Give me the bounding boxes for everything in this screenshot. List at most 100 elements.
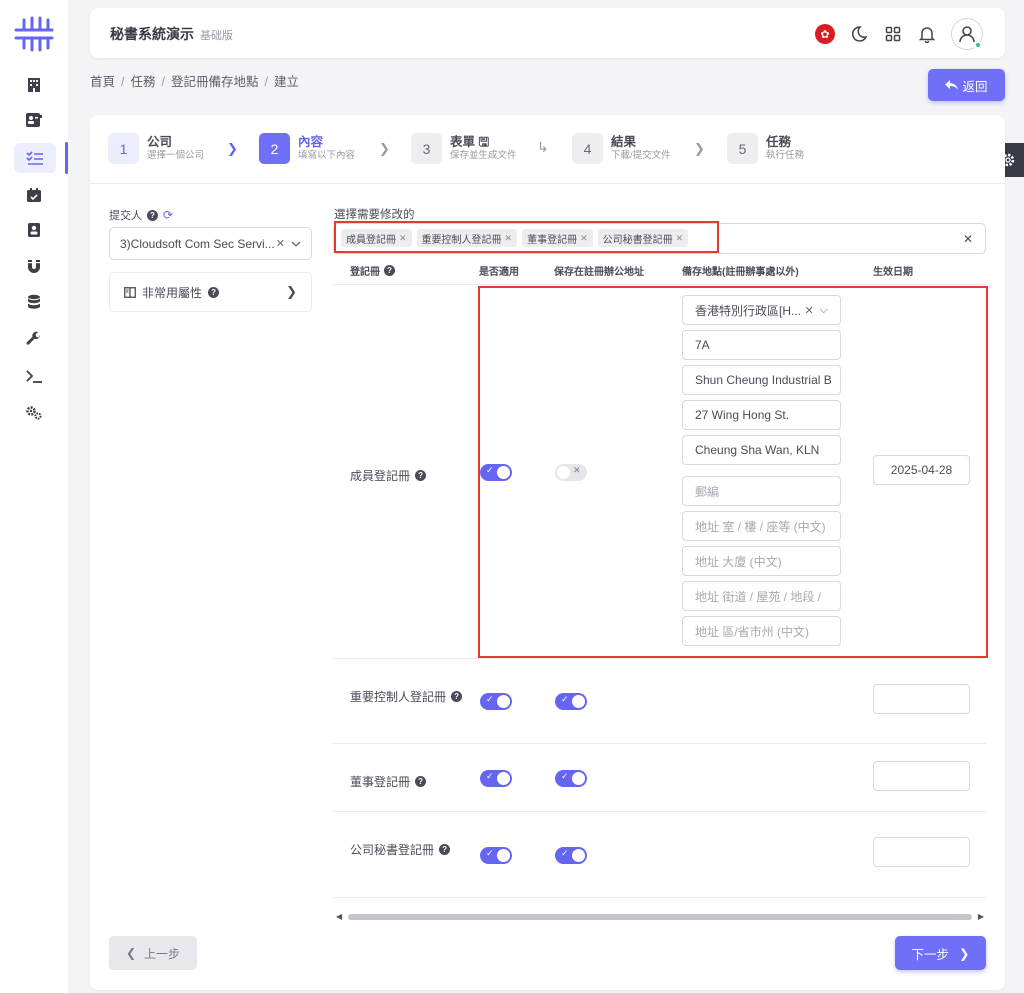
help-icon[interactable]: ? — [147, 209, 158, 221]
row-register-name: 成員登記冊? — [350, 467, 427, 484]
book-open-icon — [124, 286, 136, 298]
breadcrumb-tasks[interactable]: 任務 — [131, 75, 156, 89]
step-subtitle: 執行任務 — [766, 149, 805, 161]
step-number: 4 — [572, 133, 603, 164]
nav-building-icon[interactable] — [18, 70, 50, 100]
refresh-icon[interactable]: ⟳ — [163, 208, 173, 222]
step-form[interactable]: 3 表單 🖫 保存並生成文件 — [411, 133, 517, 164]
scroll-left-icon[interactable]: ◀ — [336, 912, 342, 921]
submitter-select[interactable]: 3)Cloudsoft Com Sec Servi... ✕ — [109, 227, 312, 260]
step-number: 3 — [411, 133, 442, 164]
row-register-name: 董事登記冊? — [350, 773, 427, 790]
hk-flag-icon[interactable]: ✿ — [815, 24, 835, 44]
step-content[interactable]: 2 內容 填寫以下內容 — [259, 133, 355, 164]
effective-date-input[interactable] — [873, 837, 970, 867]
chevron-right-icon: ❯ — [379, 141, 390, 156]
chevron-right-icon: ❯ — [959, 946, 970, 961]
breadcrumb: 首頁 / 任務 / 登記冊備存地點 / 建立 — [90, 75, 300, 89]
th-register: 登記冊? — [350, 263, 395, 278]
arrow-turn-right-icon: ↳ — [537, 139, 549, 155]
step-number: 1 — [108, 133, 139, 164]
nav-gears-icon[interactable] — [18, 398, 50, 428]
nav-contact-card-icon[interactable] — [18, 105, 50, 135]
back-button-label: 返回 — [962, 79, 988, 94]
save-disk-icon: 🖫 — [478, 134, 490, 149]
scrollbar-thumb[interactable] — [348, 914, 972, 920]
step-task[interactable]: 5 任務 執行任務 — [727, 133, 804, 164]
step-company[interactable]: 1 公司 選擇一個公司 — [108, 133, 204, 164]
step-number: 2 — [259, 133, 290, 164]
moon-icon[interactable] — [849, 24, 869, 44]
clear-all-icon[interactable]: ✕ — [963, 232, 973, 246]
step-subtitle: 填寫以下內容 — [298, 149, 356, 161]
help-icon[interactable]: ? — [415, 470, 427, 481]
nav-terminal-icon[interactable] — [18, 361, 50, 391]
step-title: 公司 — [147, 134, 173, 149]
help-icon[interactable]: ? — [451, 691, 463, 702]
wizard-card: 1 公司 選擇一個公司 ❯ 2 內容 填寫以下內容 ❯ 3 表單 🖫 保存並生成文件 … — [90, 115, 1005, 990]
row-register-name: 重要控制人登記冊? — [350, 688, 470, 705]
table-horizontal-scrollbar[interactable]: ◀ ▶ — [336, 912, 984, 922]
step-title: 結果 — [611, 134, 637, 149]
previous-step-label: 上一步 — [144, 946, 181, 961]
help-icon[interactable]: ? — [439, 844, 451, 855]
clear-icon[interactable]: ✕ — [276, 237, 285, 250]
registered-office-toggle[interactable]: ✓ — [555, 770, 587, 787]
nav-calendar-check-icon[interactable] — [18, 180, 50, 210]
select-registers-label: 選擇需要修改的 — [334, 209, 415, 221]
step-number: 5 — [727, 133, 758, 164]
submitter-label-text: 提交人 — [109, 210, 142, 222]
nav-magnet-icon[interactable] — [18, 251, 50, 281]
th-registered-office: 保存在註冊辦公地址 — [554, 267, 644, 278]
applicable-toggle[interactable]: ✓ — [480, 847, 512, 864]
previous-step-button[interactable]: ❮ 上一步 — [109, 936, 197, 970]
applicable-toggle[interactable]: ✓ — [480, 693, 512, 710]
effective-date-input[interactable] — [873, 684, 970, 714]
registered-office-toggle[interactable]: ✓ — [555, 693, 587, 710]
nav-task-list-icon[interactable] — [14, 143, 56, 173]
online-status-dot — [974, 41, 982, 49]
chevron-right-icon: ❯ — [286, 284, 297, 299]
advanced-label: 非常用屬性 — [142, 285, 203, 300]
advanced-properties-toggle[interactable]: 非常用屬性 ? ❯ — [109, 272, 312, 312]
step-subtitle: 選擇一個公司 — [147, 149, 205, 161]
chevron-left-icon: ❮ — [125, 946, 137, 960]
app-edition: 基础版 — [200, 30, 233, 42]
top-header: 秘書系統演示 基础版 ✿ — [90, 8, 1005, 58]
chevron-down-icon[interactable] — [291, 241, 301, 247]
breadcrumb-create: 建立 — [274, 75, 300, 89]
registered-office-toggle[interactable]: ✓ — [555, 847, 587, 864]
nav-active-indicator — [65, 142, 68, 174]
bell-icon[interactable] — [917, 24, 937, 44]
breadcrumb-home[interactable]: 首頁 — [90, 75, 115, 89]
row-register-name: 公司秘書登記冊? — [350, 841, 470, 858]
grid-icon[interactable] — [883, 24, 903, 44]
next-step-label: 下一步 — [911, 947, 950, 962]
submitter-label: 提交人 ? ⟳ — [109, 207, 173, 223]
help-icon[interactable]: ? — [384, 265, 395, 276]
user-avatar-icon[interactable] — [951, 18, 983, 50]
wizard-stepper: 1 公司 選擇一個公司 ❯ 2 內容 填寫以下內容 ❯ 3 表單 🖫 保存並生成文件 … — [90, 115, 1005, 184]
applicable-toggle[interactable]: ✓ — [480, 770, 512, 787]
chevron-right-icon: ❯ — [694, 141, 705, 156]
nav-database-icon[interactable] — [18, 287, 50, 317]
step-subtitle: 下載/提交文件 — [611, 149, 671, 161]
nav-wrench-icon[interactable] — [18, 324, 50, 354]
back-button[interactable]: 返回 — [928, 69, 1005, 101]
th-location: 備存地點(註冊辦事處以外) — [682, 267, 799, 278]
submitter-value: 3)Cloudsoft Com Sec Servi... — [120, 236, 275, 251]
breadcrumb-register-location[interactable]: 登記冊備存地點 — [171, 75, 259, 89]
help-icon[interactable]: ? — [208, 286, 220, 298]
chevron-right-icon: ❯ — [227, 141, 238, 156]
highlight-box-tags — [334, 221, 719, 253]
help-icon[interactable]: ? — [415, 776, 427, 787]
step-result[interactable]: 4 結果 下載/提交文件 — [572, 133, 671, 164]
step-title: 表單 🖫 — [450, 134, 490, 149]
app-title: 秘書系統演示 — [110, 26, 194, 42]
effective-date-input[interactable] — [873, 761, 970, 791]
step-title: 內容 — [298, 134, 324, 149]
nav-address-book-icon[interactable] — [18, 215, 50, 245]
next-step-button[interactable]: 下一步 ❯ — [895, 936, 986, 970]
scroll-right-icon[interactable]: ▶ — [978, 912, 984, 921]
highlight-box-row — [478, 286, 988, 658]
